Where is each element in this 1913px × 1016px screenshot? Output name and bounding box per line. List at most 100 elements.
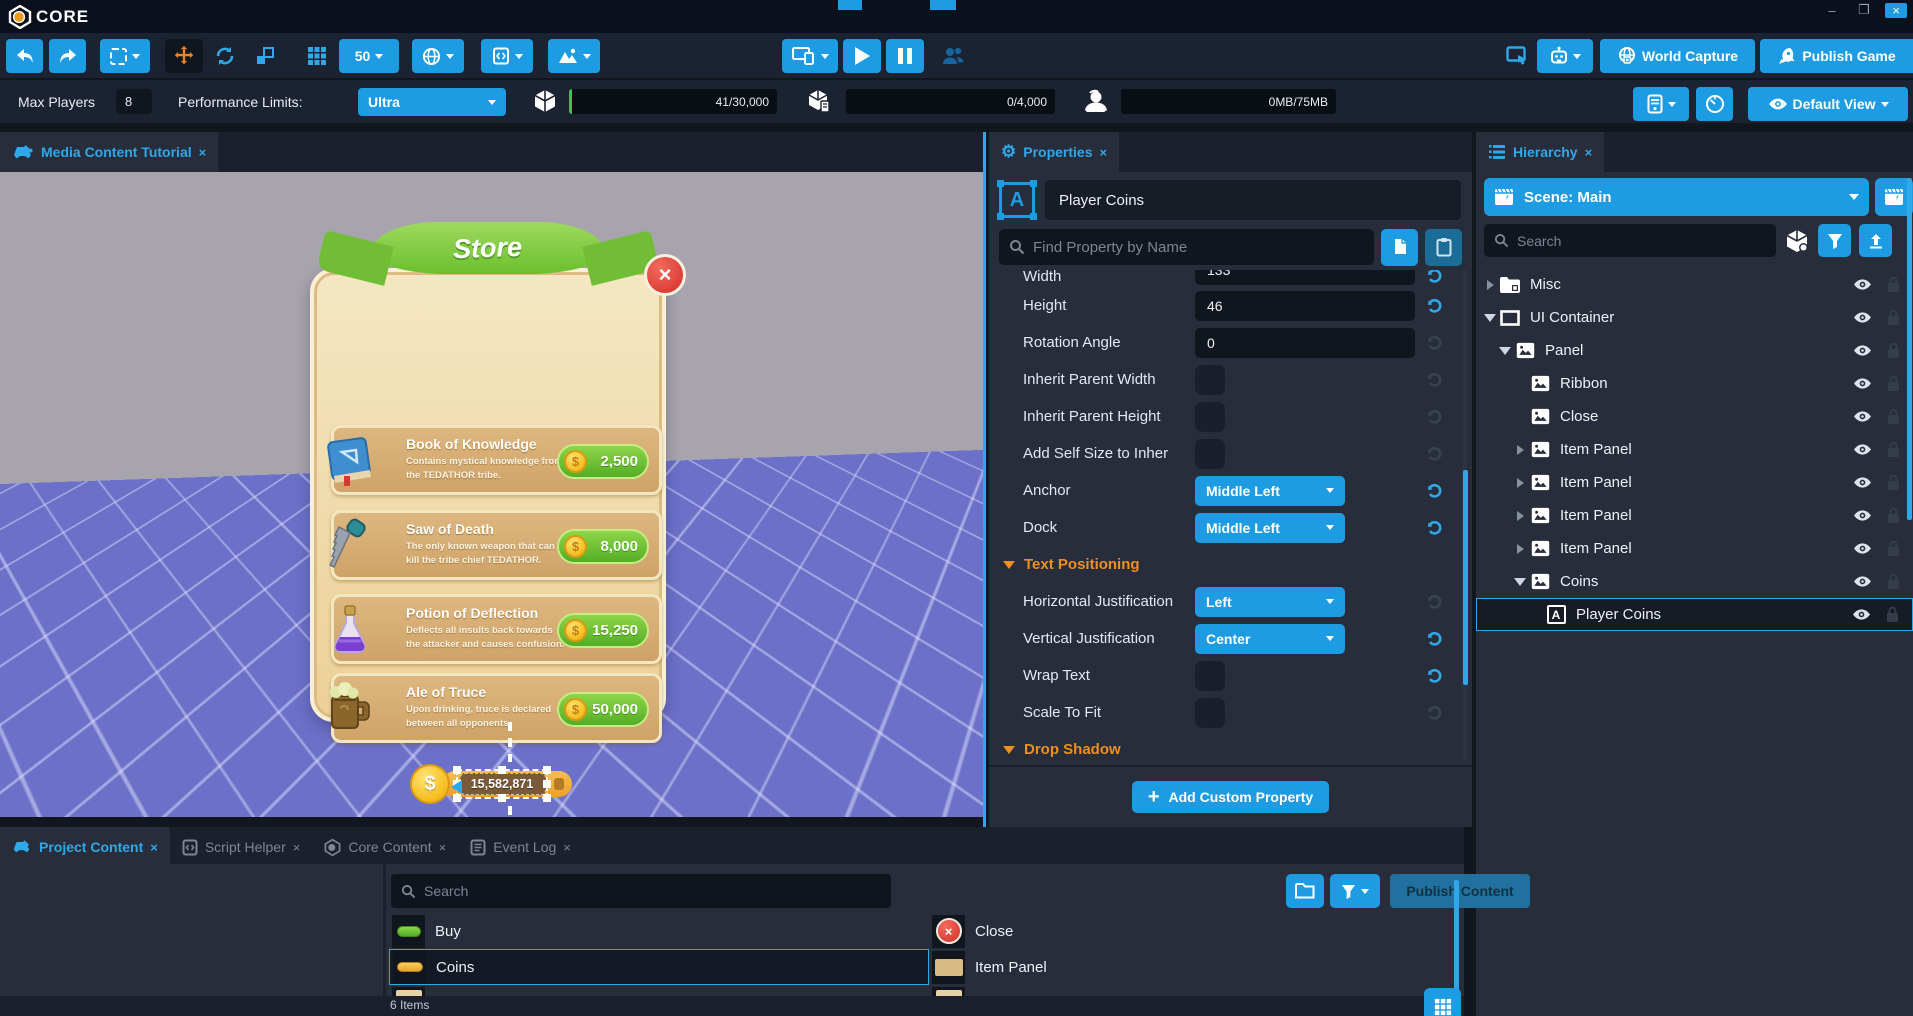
tab-project-content[interactable]: Project Content× — [0, 827, 170, 867]
networked-cube-icon[interactable] — [1784, 228, 1810, 254]
store-close-button[interactable]: × — [644, 254, 686, 296]
collapsed-caret-icon[interactable] — [1517, 445, 1524, 455]
selection-gizmo[interactable]: 15,582,871 — [456, 769, 548, 799]
lock-icon[interactable] — [1886, 573, 1901, 590]
reset-property-icon[interactable] — [1424, 518, 1443, 537]
lock-icon[interactable] — [1886, 309, 1901, 326]
content-filter-dropdown[interactable] — [1330, 874, 1380, 908]
property-checkbox[interactable] — [1195, 439, 1225, 469]
hierarchy-row[interactable]: A Item Panel — [1476, 532, 1913, 565]
property-dropdown[interactable]: Left — [1195, 587, 1345, 617]
property-checkbox[interactable] — [1195, 365, 1225, 395]
hierarchy-scrollbar[interactable] — [1907, 178, 1912, 520]
hierarchy-row[interactable]: A Item Panel — [1476, 499, 1913, 532]
property-dropdown[interactable]: Center — [1195, 624, 1345, 654]
performance-limits-dropdown[interactable]: Ultra — [358, 88, 506, 116]
play-button[interactable] — [843, 39, 881, 73]
content-item-close[interactable]: × Close — [929, 913, 1539, 949]
grid-size-dropdown[interactable]: 50 — [339, 39, 399, 73]
reset-property-icon[interactable] — [1424, 444, 1443, 463]
max-players-input[interactable]: 8 — [116, 89, 152, 114]
hierarchy-row[interactable]: A Item Panel — [1476, 433, 1913, 466]
store-item-card[interactable]: Saw of Death The only known weapon that … — [331, 510, 662, 580]
lock-icon[interactable] — [1886, 375, 1901, 392]
lock-icon[interactable] — [1886, 540, 1901, 557]
lock-icon[interactable] — [1886, 441, 1901, 458]
property-checkbox[interactable] — [1195, 698, 1225, 728]
minimize-button[interactable]: – — [1821, 3, 1843, 18]
close-tab-icon[interactable]: × — [150, 840, 158, 855]
tab-core-content[interactable]: Core Content× — [312, 827, 458, 867]
performance-gauge-button[interactable] — [1696, 87, 1733, 121]
lock-icon[interactable] — [1885, 606, 1900, 623]
terrain-dropdown[interactable] — [548, 39, 600, 73]
undo-button[interactable] — [6, 39, 43, 73]
visibility-eye-icon[interactable] — [1853, 410, 1872, 423]
hierarchy-row[interactable]: A Misc — [1476, 268, 1913, 301]
buy-button[interactable]: $ 8,000 — [557, 529, 649, 564]
tab-hierarchy[interactable]: Hierarchy× — [1476, 132, 1604, 172]
property-checkbox[interactable] — [1195, 402, 1225, 432]
store-item-card[interactable]: Ale of Truce Upon drinking, truce is dec… — [331, 673, 662, 743]
tab-properties[interactable]: ⚙ Properties× — [989, 132, 1119, 172]
section-caret-icon[interactable] — [1003, 746, 1015, 754]
close-tab-icon[interactable]: × — [293, 840, 301, 855]
lock-icon[interactable] — [1886, 507, 1901, 524]
panel-splitter[interactable] — [983, 132, 986, 827]
hierarchy-row[interactable]: A Close — [1476, 400, 1913, 433]
content-item-coins[interactable]: × Coins — [389, 949, 929, 985]
visibility-eye-icon[interactable] — [1853, 443, 1872, 456]
close-tab-icon[interactable]: × — [563, 840, 571, 855]
buy-button[interactable]: $ 50,000 — [557, 692, 649, 727]
property-dropdown[interactable]: Middle Left — [1195, 476, 1345, 506]
visibility-eye-icon[interactable] — [1853, 377, 1872, 390]
collapsed-caret-icon[interactable] — [1487, 280, 1494, 290]
visibility-eye-icon[interactable] — [1852, 608, 1871, 621]
multiplayer-preview-button[interactable] — [936, 39, 970, 73]
hierarchy-row[interactable]: A UI Container — [1476, 301, 1913, 334]
reset-property-icon[interactable] — [1424, 703, 1443, 722]
visibility-eye-icon[interactable] — [1853, 575, 1872, 588]
close-tab-icon[interactable]: × — [439, 840, 447, 855]
save-dropdown[interactable] — [1633, 87, 1689, 121]
hierarchy-filter-button[interactable] — [1818, 224, 1851, 257]
tab-script-helper[interactable]: Script Helper× — [170, 827, 313, 867]
hierarchy-row[interactable]: A Ribbon — [1476, 367, 1913, 400]
content-item-buy[interactable]: × Buy — [389, 913, 929, 949]
store-item-card[interactable]: Potion of Deflection Deflects all insult… — [331, 594, 662, 664]
grid-snap-icon-button[interactable] — [300, 39, 334, 73]
reset-property-icon[interactable] — [1424, 481, 1443, 500]
store-item-card[interactable]: Book of Knowledge Contains mystical know… — [331, 425, 662, 495]
new-folder-button[interactable] — [1286, 874, 1324, 908]
add-custom-property-button[interactable]: +Add Custom Property — [1132, 781, 1329, 813]
reset-property-icon[interactable] — [1424, 370, 1443, 389]
properties-scrollbar[interactable] — [1463, 470, 1468, 685]
collapsed-caret-icon[interactable] — [1517, 478, 1524, 488]
world-capture-button[interactable]: World Capture — [1600, 39, 1755, 73]
reset-property-icon[interactable] — [1424, 296, 1443, 315]
lock-icon[interactable] — [1886, 408, 1901, 425]
scale-tool-button[interactable] — [248, 39, 282, 73]
buy-button[interactable]: $ 15,250 — [557, 613, 649, 648]
buy-button[interactable]: $ 2,500 — [557, 444, 649, 479]
publish-game-button[interactable]: Publish Game — [1760, 39, 1913, 73]
publish-content-button[interactable]: Publish Content — [1390, 874, 1530, 908]
default-view-dropdown[interactable]: Default View — [1748, 87, 1908, 121]
rotate-tool-button[interactable] — [208, 39, 242, 73]
section-caret-icon[interactable] — [1003, 561, 1015, 569]
hierarchy-export-button[interactable] — [1859, 224, 1892, 257]
property-checkbox[interactable] — [1195, 661, 1225, 691]
collapsed-caret-icon[interactable] — [1517, 544, 1524, 554]
hierarchy-search-input[interactable]: Search — [1484, 224, 1776, 257]
close-tab-icon[interactable]: × — [199, 145, 207, 160]
visibility-eye-icon[interactable] — [1853, 542, 1872, 555]
grid-view-button[interactable] — [1424, 988, 1461, 1016]
visibility-eye-icon[interactable] — [1853, 344, 1872, 357]
property-dropdown[interactable]: Middle Left — [1195, 513, 1345, 543]
lock-icon[interactable] — [1886, 276, 1901, 293]
expanded-caret-icon[interactable] — [1514, 578, 1526, 586]
player-coins-widget[interactable]: $ 15,582,871 — [410, 764, 610, 804]
visibility-eye-icon[interactable] — [1853, 509, 1872, 522]
sidebar-item[interactable] — [0, 953, 383, 990]
pause-button[interactable] — [886, 39, 924, 73]
